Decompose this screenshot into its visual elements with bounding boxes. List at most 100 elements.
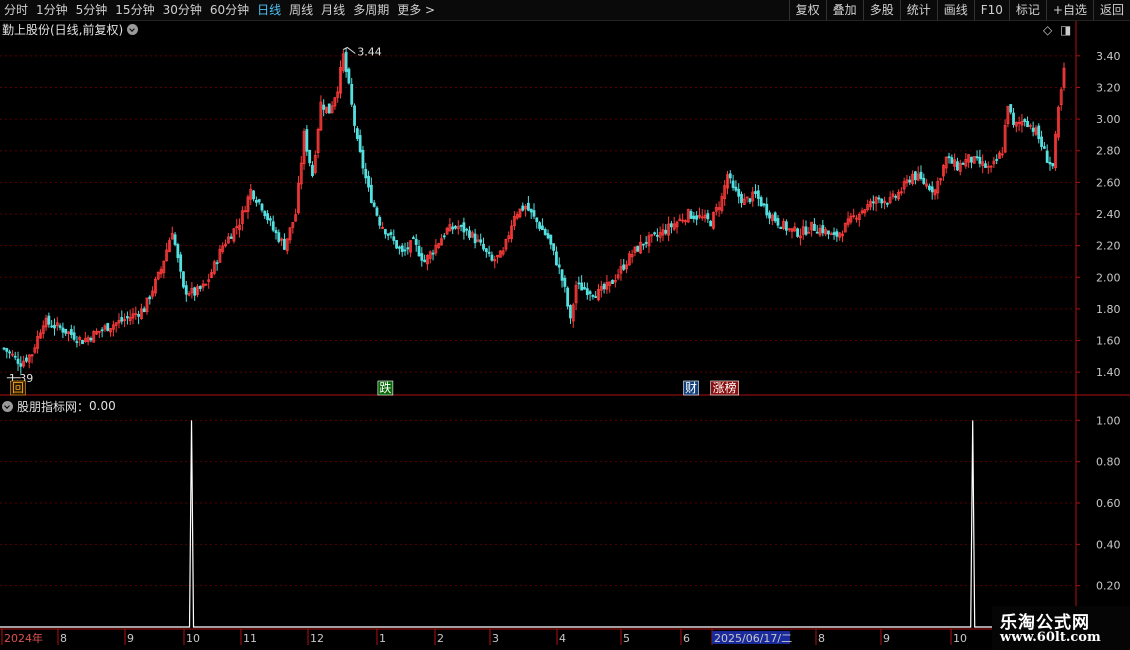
candle-body xyxy=(670,223,673,228)
candle-body xyxy=(305,129,309,152)
candle-body xyxy=(995,159,999,161)
candle-body xyxy=(400,245,404,252)
candle-body xyxy=(577,282,581,285)
candle-body xyxy=(591,295,595,297)
candle-body xyxy=(257,199,261,203)
candle-body xyxy=(930,186,934,193)
candle-body xyxy=(173,234,177,245)
marker-text-1[interactable]: 跌 xyxy=(379,380,391,395)
candle-body xyxy=(975,156,979,159)
diamond-icon[interactable]: ◇ xyxy=(1043,23,1052,37)
candle-body xyxy=(569,305,572,319)
marker-text-3[interactable]: 涨榜 xyxy=(713,380,737,395)
chart-canvas[interactable]: 1.40 1.60 1.80 2.00 2.20 2.40 2.60 2.80 3.00 3.20… xyxy=(0,0,1130,650)
candle-body xyxy=(740,193,743,203)
candle-body xyxy=(521,205,525,211)
candle-body xyxy=(182,271,185,288)
candle-body xyxy=(1009,104,1013,113)
marker-text-0[interactable]: 回 xyxy=(12,381,24,395)
candle-body xyxy=(487,251,491,254)
candle-body xyxy=(947,156,951,159)
candle-body xyxy=(919,171,923,179)
candle-body xyxy=(344,51,348,72)
candle-body xyxy=(709,220,713,227)
candle-body xyxy=(81,339,84,345)
candle-body xyxy=(927,185,931,190)
main-y-tick-label: 2.60 xyxy=(1096,176,1121,189)
candle-body xyxy=(277,232,281,242)
candle-body xyxy=(913,171,917,181)
candle-body xyxy=(19,363,23,367)
candle-body xyxy=(274,230,278,234)
candle-body xyxy=(541,225,544,231)
candle-body xyxy=(184,285,188,295)
date-label: 8 xyxy=(60,632,67,645)
candle-body xyxy=(350,83,354,105)
chevron-down-icon[interactable] xyxy=(127,23,139,35)
candle-body xyxy=(827,230,830,235)
logo-url: www.60lt.com xyxy=(1000,630,1101,645)
candle-body xyxy=(978,156,982,164)
candle-body xyxy=(580,282,584,291)
indicator-value: 0.00 xyxy=(89,399,116,413)
candle-body xyxy=(880,198,884,204)
candle-body xyxy=(403,249,407,252)
candle-body xyxy=(229,236,233,239)
candle-body xyxy=(412,237,415,240)
candle-body xyxy=(414,238,418,245)
candle-body xyxy=(327,103,331,114)
candle-body xyxy=(72,332,76,340)
candle-body xyxy=(142,308,146,313)
candle-body xyxy=(50,325,54,328)
candle-body xyxy=(395,240,398,249)
marker-text-2[interactable]: 财 xyxy=(685,381,697,395)
candle-body xyxy=(179,254,183,272)
candle-body xyxy=(815,231,819,234)
main-y-tick-label: 2.00 xyxy=(1096,271,1121,284)
candle-body xyxy=(543,229,547,235)
candle-body xyxy=(311,164,314,176)
candle-body xyxy=(692,215,696,219)
main-y-tick-label: 2.20 xyxy=(1096,240,1121,253)
candle-body xyxy=(796,228,799,237)
candle-body xyxy=(347,68,351,84)
candle-body xyxy=(308,149,312,164)
candle-body xyxy=(583,286,586,290)
sub-y-tick-label: 0.40 xyxy=(1096,538,1121,551)
candle-body xyxy=(484,248,488,253)
candle-body xyxy=(970,156,973,163)
candle-body xyxy=(641,243,645,246)
candle-body xyxy=(1023,119,1027,123)
main-y-tick-label: 3.00 xyxy=(1096,113,1121,126)
candle-body xyxy=(956,161,959,171)
candle-body xyxy=(271,221,275,231)
candle-body xyxy=(148,296,152,300)
candle-body xyxy=(779,226,783,229)
candle-body xyxy=(984,163,987,168)
candle-body xyxy=(392,236,396,241)
candle-body xyxy=(1051,163,1055,167)
chevron-down-icon[interactable] xyxy=(2,400,13,412)
candle-body xyxy=(254,199,258,203)
candle-body xyxy=(53,324,56,329)
candle-body xyxy=(546,233,550,239)
candle-body xyxy=(372,202,376,207)
sub-y-tick-label: 0.60 xyxy=(1096,497,1121,510)
panel-toggle-icon[interactable]: ◨ xyxy=(1060,23,1071,37)
candle-body xyxy=(252,190,255,200)
candle-body xyxy=(465,228,469,231)
candle-body xyxy=(563,277,567,287)
candle-body xyxy=(13,355,17,358)
candle-body xyxy=(198,285,202,290)
candle-body xyxy=(58,325,62,328)
candle-body xyxy=(353,105,356,126)
candle-body xyxy=(176,244,180,259)
candle-body xyxy=(269,218,272,221)
date-label: 2 xyxy=(437,632,444,645)
candle-body xyxy=(689,211,693,219)
candle-body xyxy=(535,217,539,223)
candle-body xyxy=(389,232,393,235)
candle-body xyxy=(322,104,326,110)
candle-body xyxy=(64,328,68,334)
candle-body xyxy=(364,168,368,179)
